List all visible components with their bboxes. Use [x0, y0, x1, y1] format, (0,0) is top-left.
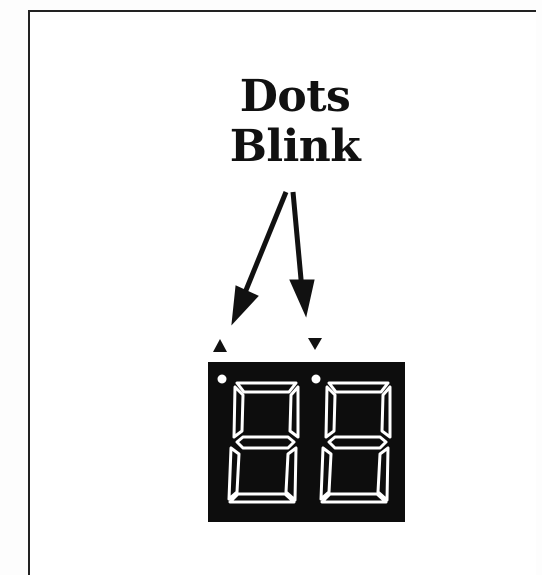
right-blink-dot	[311, 374, 321, 384]
display-diagram	[208, 191, 405, 522]
pointer-arrows	[231, 191, 315, 326]
left-blink-dot	[217, 374, 227, 384]
arrow-left-head	[231, 285, 259, 326]
arrow-left-shaft	[239, 191, 289, 301]
arrow-up-indicator-icon	[213, 339, 227, 352]
arrow-right-head	[289, 279, 315, 318]
figure-page: Dots Blink	[0, 0, 542, 575]
arrow-right-shaft	[290, 191, 305, 291]
arrow-down-indicator-icon	[308, 338, 322, 350]
